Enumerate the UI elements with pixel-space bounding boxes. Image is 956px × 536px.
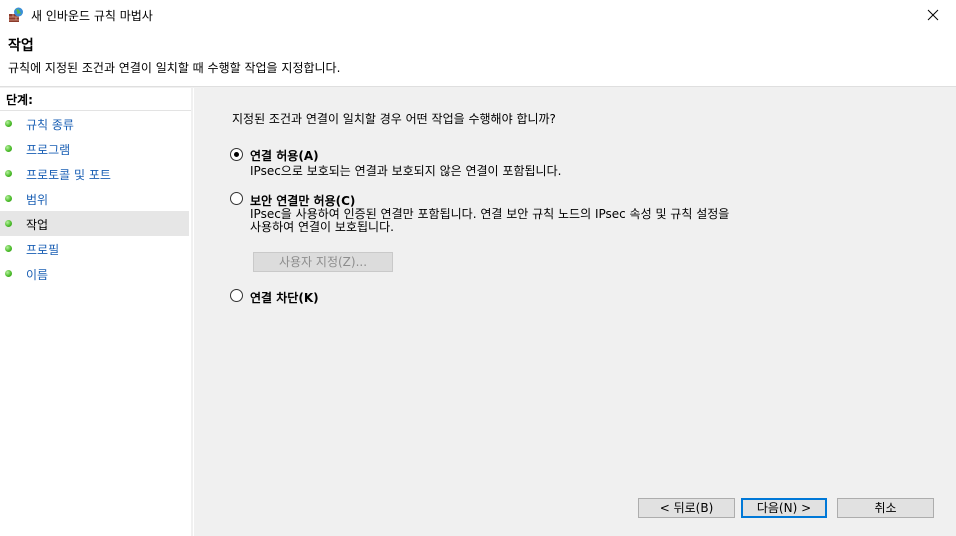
step-status-icon <box>5 245 12 252</box>
step-label: 프로토콜 및 포트 <box>26 168 111 182</box>
allow-secure-description-line2: 사용하여 연결이 보호됩니다. <box>250 220 394 234</box>
action-question: 지정된 조건과 연결이 일치할 경우 어떤 작업을 수행해야 합니까? <box>232 112 556 126</box>
steps-panel: 단계: 규칙 종류 프로그램 프로토콜 및 포트 범위 작업 프로필 이름 <box>0 88 191 536</box>
step-label: 작업 <box>26 218 49 232</box>
step-program[interactable]: 프로그램 <box>0 136 189 161</box>
step-scope[interactable]: 범위 <box>0 186 189 211</box>
allow-secure-radio[interactable] <box>230 192 243 205</box>
step-status-icon <box>5 220 12 227</box>
step-action[interactable]: 작업 <box>0 211 189 236</box>
window-title: 새 인바운드 규칙 마법사 <box>31 9 153 23</box>
cancel-button[interactable]: 취소 <box>837 498 934 518</box>
next-button[interactable]: 다음(N) > <box>741 498 827 518</box>
step-label: 범위 <box>26 193 49 207</box>
page-title: 작업 <box>8 38 34 54</box>
title-bar: 새 인바운드 규칙 마법사 <box>0 0 956 30</box>
close-button[interactable] <box>910 0 956 30</box>
step-status-icon <box>5 120 12 127</box>
step-name[interactable]: 이름 <box>0 261 189 286</box>
step-label: 프로필 <box>26 243 60 257</box>
step-label: 규칙 종류 <box>26 118 74 132</box>
step-status-icon <box>5 270 12 277</box>
block-connection-label[interactable]: 연결 차단(K) <box>250 289 319 306</box>
steps-heading: 단계: <box>0 88 191 111</box>
allow-connection-description: IPsec으로 보호되는 연결과 보호되지 않은 연결이 포함됩니다. <box>250 164 562 178</box>
page-description: 규칙에 지정된 조건과 연결이 일치할 때 수행할 작업을 지정합니다. <box>8 61 341 75</box>
allow-connection-label[interactable]: 연결 허용(A) <box>250 147 319 164</box>
block-connection-radio[interactable] <box>230 289 243 302</box>
step-status-icon <box>5 145 12 152</box>
step-rule-type[interactable]: 규칙 종류 <box>0 111 189 136</box>
step-label: 프로그램 <box>26 143 71 157</box>
wizard-header: 작업 규칙에 지정된 조건과 연결이 일치할 때 수행할 작업을 지정합니다. <box>0 30 956 87</box>
step-label: 이름 <box>26 268 49 282</box>
allow-connection-radio[interactable] <box>230 148 243 161</box>
customize-button: 사용자 지정(Z)... <box>253 252 393 272</box>
steps-heading-label: 단계: <box>6 93 33 107</box>
back-button[interactable]: < 뒤로(B) <box>638 498 735 518</box>
firewall-icon <box>9 7 23 22</box>
action-content: 지정된 조건과 연결이 일치할 경우 어떤 작업을 수행해야 합니까? 연결 허… <box>194 88 956 536</box>
step-status-icon <box>5 195 12 202</box>
step-profile[interactable]: 프로필 <box>0 236 189 261</box>
step-status-icon <box>5 170 12 177</box>
close-icon <box>927 9 939 21</box>
step-protocol-ports[interactable]: 프로토콜 및 포트 <box>0 161 189 186</box>
